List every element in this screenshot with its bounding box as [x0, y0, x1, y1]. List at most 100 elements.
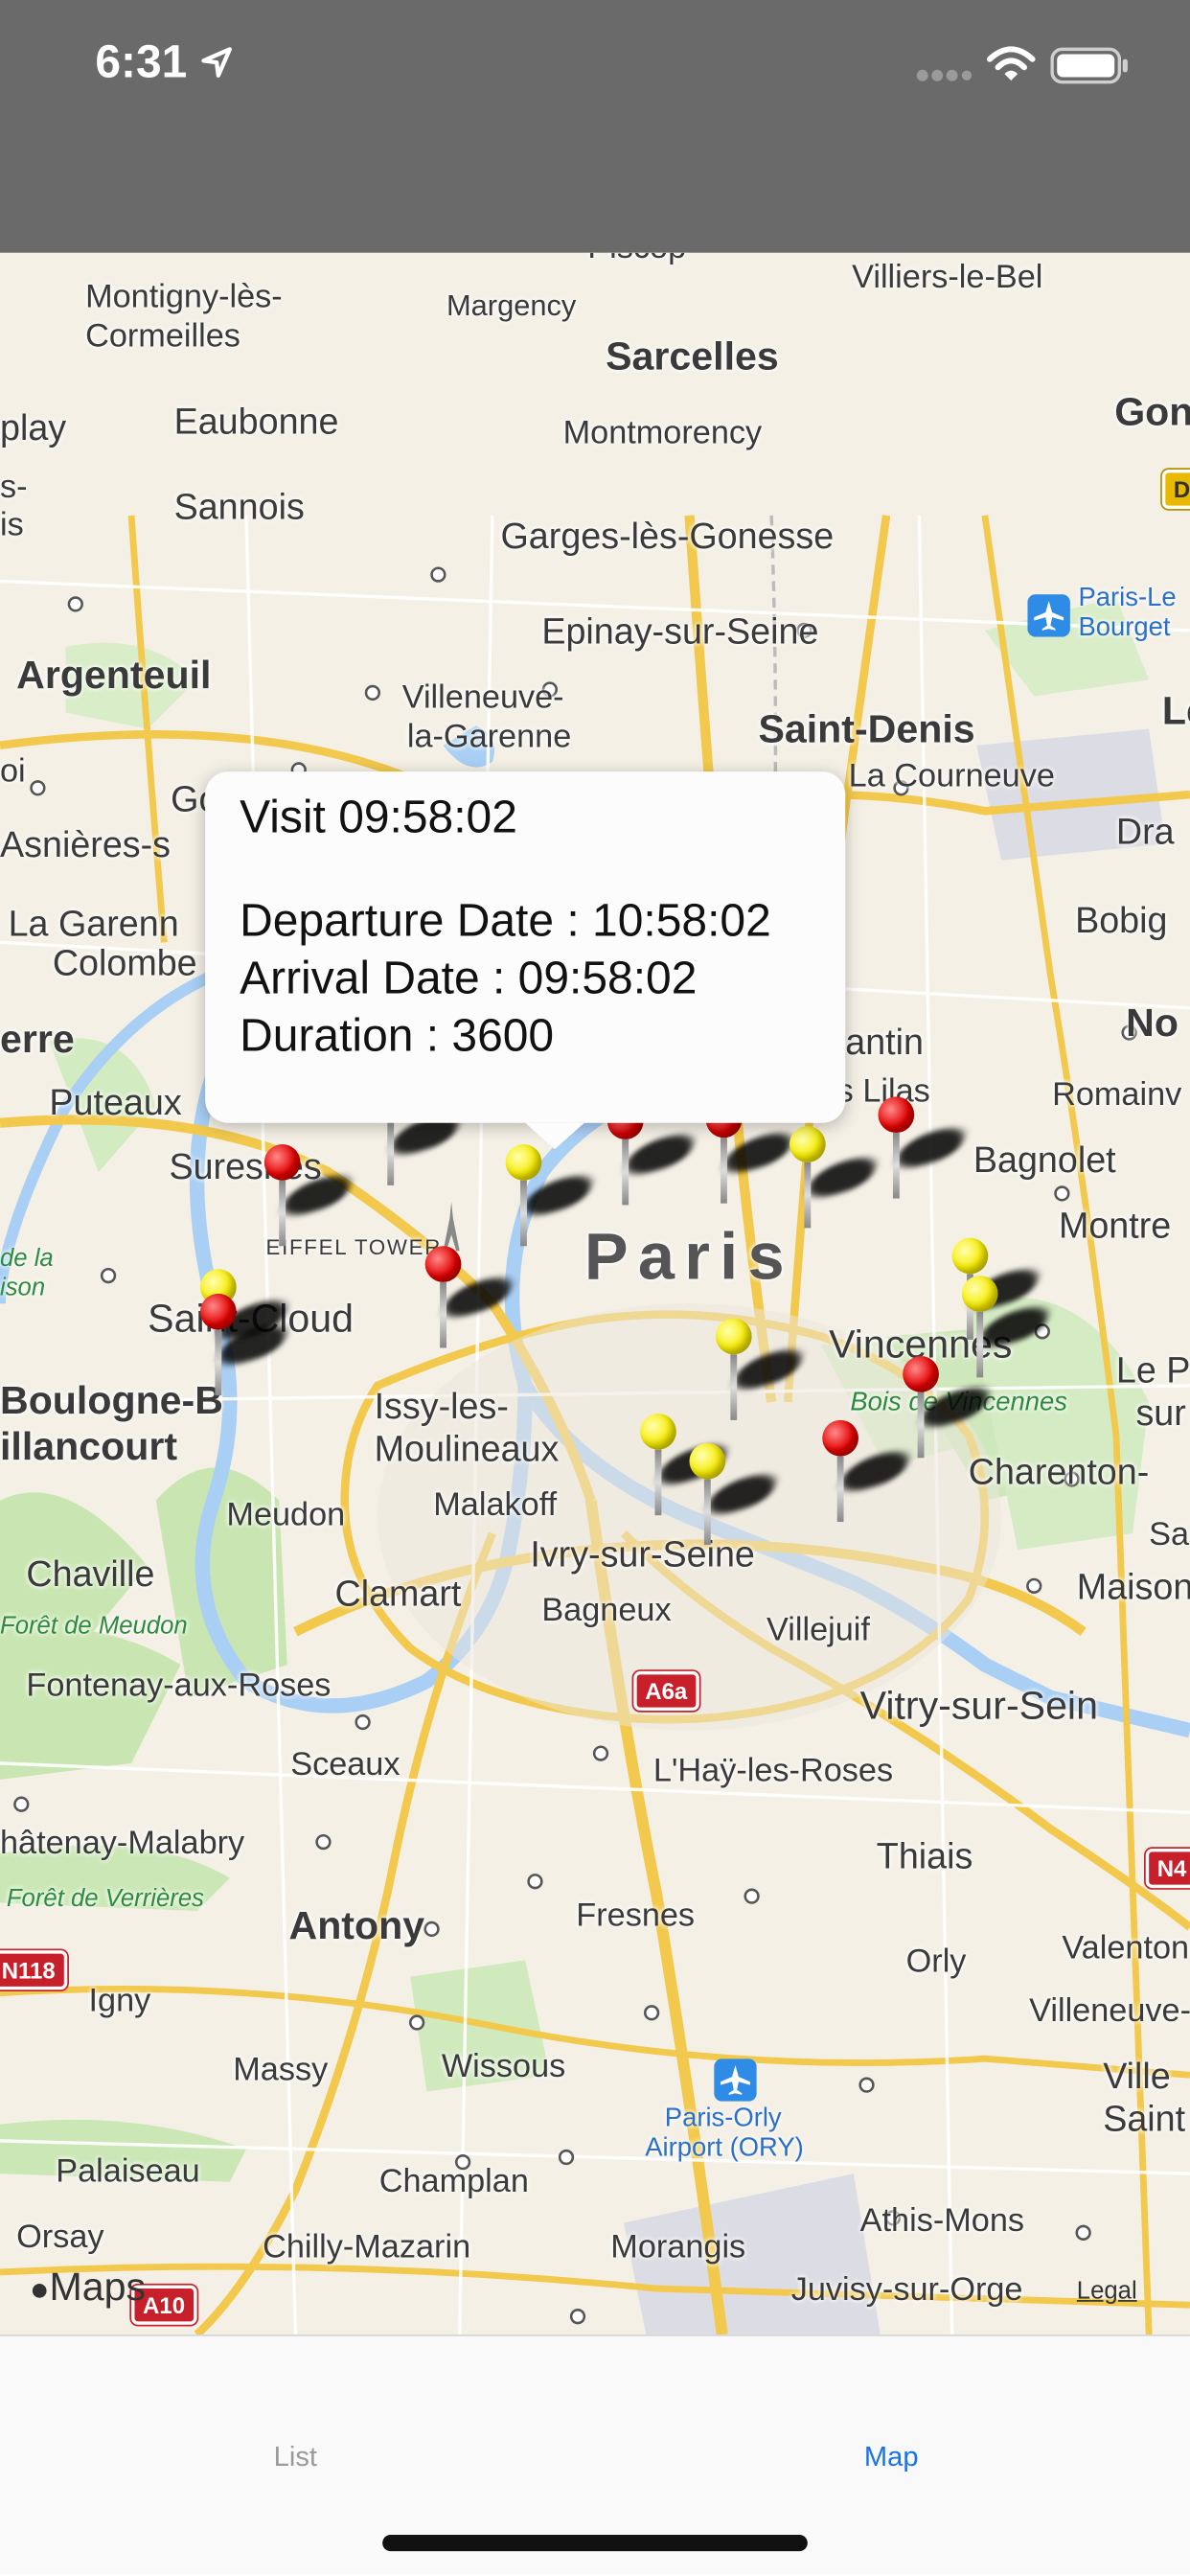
map-label: Bobig [1075, 899, 1168, 941]
map-label: Piscop [587, 253, 686, 267]
map-label: Argenteuil [16, 653, 212, 699]
map-label: illancourt [0, 1424, 178, 1470]
map-label: Chilly-Mazarin [263, 2229, 471, 2266]
map-label: hâtenay-Malabry [0, 1825, 245, 1862]
arrival-date: Arrival Date : 09:58:02 [240, 952, 698, 1003]
map-label: Cormeilles [85, 318, 240, 356]
map-label: Colombe [52, 942, 197, 984]
map-label: Romainv [1052, 1076, 1182, 1114]
map-label: Asnières-s [0, 823, 172, 865]
map-label: Athis-Mons [859, 2202, 1025, 2240]
map-label: Igny [88, 1983, 151, 2020]
map-label: Saint-Denis [758, 707, 975, 752]
map-view[interactable]: Piscop Villiers-le-Bel Montigny-lès- Cor… [0, 252, 1190, 2335]
map-label: Eaubonne [173, 400, 339, 442]
map-label: Wissous [441, 2048, 566, 2085]
map-label: Sa [1149, 1516, 1190, 1553]
map-label: is [0, 507, 24, 544]
battery-icon [1050, 47, 1128, 84]
home-indicator[interactable] [382, 2535, 808, 2552]
map-label: Antony [288, 1904, 425, 1949]
map-label: Dra [1115, 811, 1175, 853]
apple-logo-icon: ● [29, 2271, 50, 2309]
map-label: Le P [1115, 1349, 1190, 1391]
map-label: La Garenn [8, 903, 179, 945]
map-label: Thiais [876, 1835, 973, 1877]
map-label: Margency [446, 288, 577, 322]
map-label: Epinay-sur-Seine [541, 610, 819, 653]
map-label: Sannois [173, 486, 305, 527]
airport-icon [714, 2058, 757, 2102]
map-label: Issy-les- [374, 1385, 509, 1427]
legal-link[interactable]: Legal [1077, 2277, 1137, 2305]
map-label: Palaiseau [56, 2153, 200, 2191]
map-label: EIFFEL TOWER [265, 1234, 443, 1259]
tab-map[interactable]: Map [727, 2441, 1056, 2473]
road-shield: D [1161, 469, 1190, 510]
map-label: oi [0, 753, 26, 791]
map-label: Sarcelles [606, 334, 779, 380]
map-label: Montigny-lès- [85, 279, 283, 315]
map-label: Orsay [16, 2220, 104, 2256]
map-label: Le [1161, 689, 1190, 734]
map-label: L'Haÿ-les-Roses [652, 1753, 894, 1790]
map-label: Meudon [226, 1497, 346, 1534]
map-label: Puteaux [49, 1081, 182, 1123]
airport-icon [1027, 594, 1070, 637]
map-label: Maisons [1076, 1566, 1190, 1608]
map-label: Ville [1103, 2055, 1171, 2097]
apple-maps-logo: ●Maps [30, 2266, 146, 2312]
map-label: Orly [905, 1944, 967, 1980]
callout-title: Visit 09:58:02 [240, 791, 517, 842]
map-label: Sceaux [290, 1746, 400, 1783]
map-label: Valenton [1062, 1930, 1190, 1967]
map-label: Saint [1103, 2098, 1186, 2140]
map-label: Fresnes [576, 1898, 696, 1935]
map-label: Garges-lès-Gonesse [500, 515, 835, 557]
map-label: la-Garenne [406, 719, 572, 756]
map-label: Paris [584, 1221, 794, 1294]
visit-callout[interactable]: Visit 09:58:02 Departure Date : 10:58:02… [205, 771, 846, 1150]
map-label: Chaville [26, 1552, 155, 1595]
map-label: s- [0, 469, 28, 506]
road-shield: N4 [1145, 1848, 1190, 1889]
status-bar: 6:31 [0, 0, 1190, 253]
map-label: Clamart [334, 1573, 462, 1614]
map-label: play [0, 406, 67, 448]
map-label: Vitry-sur-Sein [859, 1684, 1098, 1729]
map-label: Villeneuve- [1029, 1992, 1190, 2030]
clock: 6:31 [95, 35, 188, 87]
cellular-signal-icon [916, 69, 973, 81]
map-label: ison [0, 1274, 46, 1302]
map-label: Champlan [378, 2163, 529, 2200]
map-label: sur [1135, 1392, 1186, 1434]
eiffel-tower-icon [443, 1201, 460, 1252]
map-label: Forêt de Verrières [6, 1884, 204, 1913]
map-label: erre [0, 1018, 75, 1063]
map-label: Gon [1114, 390, 1190, 435]
map-label: Morangis [610, 2229, 746, 2266]
map-label: No [1126, 1000, 1179, 1046]
map-label: Paris-Le [1078, 584, 1177, 612]
map-label: Massy [233, 2052, 329, 2089]
road-shield: A6a [633, 1670, 699, 1712]
map-label: Forêt de Meudon [0, 1612, 188, 1641]
map-label: Fontenay-aux-Roses [26, 1668, 332, 1705]
departure-date: Departure Date : 10:58:02 [240, 894, 771, 946]
duration: Duration : 3600 [240, 1009, 555, 1061]
map-label: Montre [1058, 1205, 1172, 1247]
map-label: de la [0, 1244, 54, 1273]
wifi-icon [987, 46, 1036, 80]
map-label: Villeneuve- [401, 679, 564, 716]
map-label: Ivry-sur-Seine [530, 1533, 755, 1575]
map-label: Villiers-le-Bel [852, 259, 1043, 296]
map-label: Bagnolet [973, 1138, 1116, 1181]
map-label: Bourget [1078, 613, 1171, 642]
map-label: antin [845, 1021, 924, 1063]
map-label: Juvisy-sur-Orge [790, 2271, 1023, 2309]
maps-wordmark: Maps [49, 2266, 147, 2311]
tab-list[interactable]: List [131, 2441, 460, 2473]
map-label: La Courneuve [848, 758, 1055, 795]
map-label: Paris-Orly [664, 2104, 782, 2133]
map-label: Malakoff [433, 1487, 558, 1524]
